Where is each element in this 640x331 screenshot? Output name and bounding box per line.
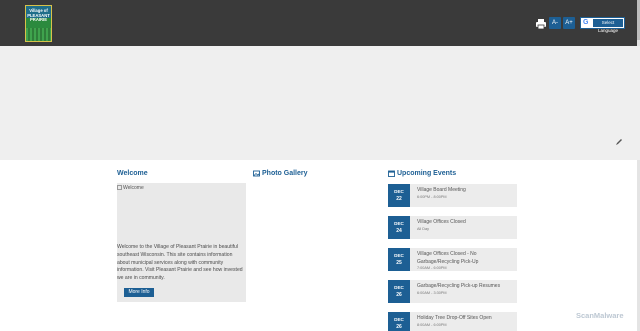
event-title[interactable]: Holiday Tree Drop-Off Sites Open — [417, 315, 515, 323]
event-date: DEC 25 — [388, 248, 410, 271]
event-item[interactable]: DEC 26 Garbage/Recycling Pick-up Resumes … — [388, 280, 517, 303]
event-title[interactable]: Garbage/Recycling Pick-up Resumes — [417, 283, 515, 291]
event-date: DEC 26 — [388, 280, 410, 303]
calendar-icon — [388, 170, 395, 177]
welcome-heading: Welcome — [117, 170, 148, 177]
print-icon[interactable] — [535, 18, 547, 30]
village-logo[interactable]: Village of PLEASANT PRAIRIE — [25, 5, 52, 42]
logo-text: Village of PLEASANT PRAIRIE — [27, 8, 50, 23]
font-increase-button[interactable]: A+ — [563, 17, 575, 29]
event-time: 7:00AM - 6:00PM — [417, 266, 447, 270]
event-item[interactable]: DEC 24 Village Offices Closed All Day — [388, 216, 517, 239]
upcoming-events-heading[interactable]: Upcoming Events — [397, 170, 456, 177]
pencil-icon[interactable] — [615, 138, 623, 146]
welcome-text: Welcome to the Village of Pleasant Prair… — [117, 244, 243, 282]
event-time: 6:00AM - 3:30PM — [417, 291, 447, 295]
event-title[interactable]: Village Board Meeting — [417, 187, 515, 195]
event-date: DEC 24 — [388, 216, 410, 239]
event-time: All Day — [417, 227, 430, 231]
site-header: Village of PLEASANT PRAIRIE A- A+ G Sele… — [0, 0, 640, 46]
image-icon — [253, 170, 260, 177]
event-date: DEC 22 — [388, 184, 410, 207]
broken-image-icon — [117, 185, 122, 190]
translate-widget[interactable]: G Select Language — [580, 17, 625, 33]
hero-banner — [0, 46, 640, 160]
event-title[interactable]: Village Offices Closed - No Garbage/Recy… — [417, 251, 515, 266]
photo-gallery-heading[interactable]: Photo Gallery — [262, 170, 308, 177]
event-time: 8:00AM - 6:00PM — [417, 323, 447, 327]
watermark: ScanMalware — [576, 311, 624, 320]
event-item[interactable]: DEC 25 Village Offices Closed - No Garbag… — [388, 248, 517, 271]
event-item[interactable]: DEC 22 Village Board Meeting 6:00PM - 8:0… — [388, 184, 517, 207]
event-title[interactable]: Village Offices Closed — [417, 219, 515, 227]
event-item[interactable]: DEC 26 Holiday Tree Drop-Off Sites Open 8… — [388, 312, 517, 331]
google-icon: G — [583, 19, 589, 26]
welcome-card: Welcome Welcome to the Village of Pleasa… — [117, 183, 246, 302]
welcome-image: Welcome — [117, 185, 144, 191]
more-info-button[interactable]: More Info — [124, 288, 154, 297]
language-select[interactable]: Select Language — [593, 19, 623, 33]
event-date: DEC 26 — [388, 312, 410, 331]
font-decrease-button[interactable]: A- — [549, 17, 561, 29]
event-time: 6:00PM - 8:00PM — [417, 195, 447, 199]
